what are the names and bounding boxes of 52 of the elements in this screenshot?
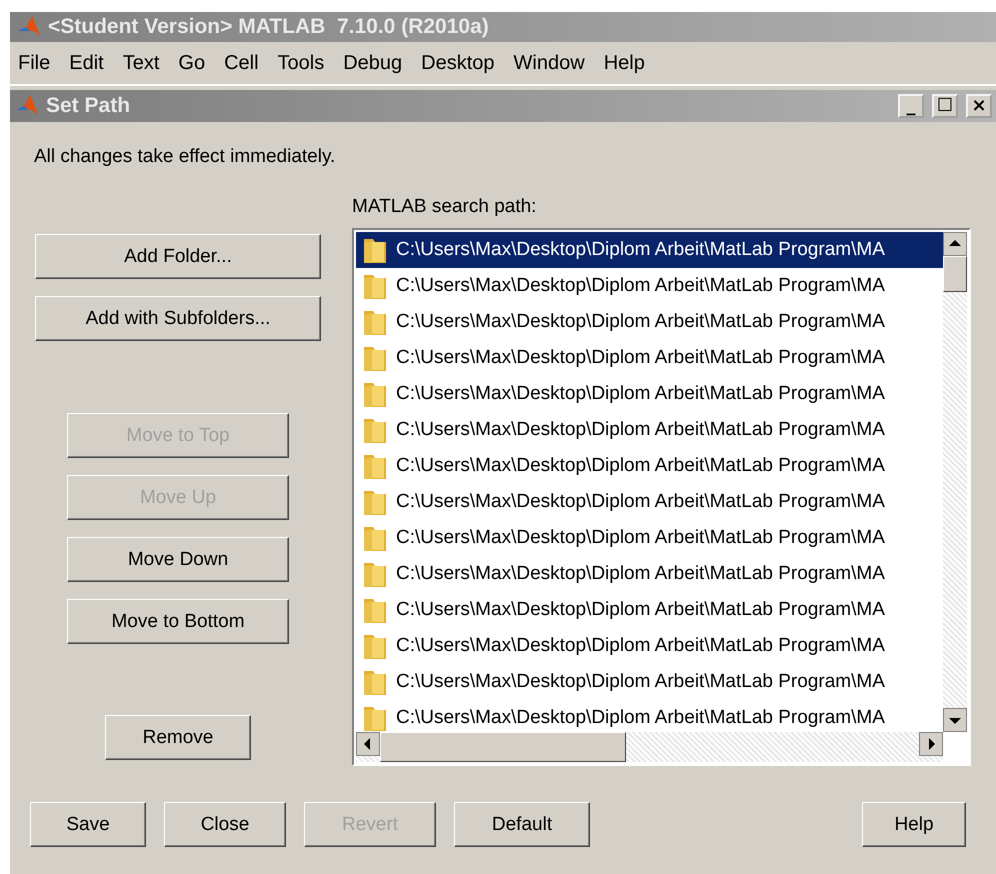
scroll-thumb[interactable]: [943, 256, 967, 292]
logo-icon: [16, 15, 42, 39]
scroll-right-icon[interactable]: [919, 732, 943, 756]
move-button[interactable]: Move Down: [67, 537, 289, 582]
add-subfolders-button[interactable]: Add with Subfolders...: [35, 296, 321, 341]
menu-item[interactable]: Cell: [216, 52, 270, 74]
close-button[interactable]: ×: [966, 94, 992, 118]
scroll-thumb[interactable]: [380, 732, 626, 762]
menu-item[interactable]: Edit: [61, 52, 115, 74]
window-title: <Student Version> MATLAB 7.10.0 (R2010a): [48, 15, 489, 39]
remove-button[interactable]: Remove: [105, 715, 251, 760]
move-button[interactable]: Move to Bottom: [67, 599, 289, 644]
path-text: C:\Users\Max\Desktop\Diplom Arbeit\MatLab Program\MA: [396, 491, 885, 513]
path-text: C:\Users\Max\Desktop\Diplom Arbeit\MatLab Program\MA: [396, 275, 885, 297]
menu-item[interactable]: Help: [596, 52, 656, 74]
path-text: C:\Users\Max\Desktop\Diplom Arbeit\MatLab Program\MA: [396, 671, 885, 693]
menu-item[interactable]: Desktop: [413, 52, 506, 74]
dialog-button[interactable]: Save: [30, 802, 146, 847]
menu-item[interactable]: Tools: [270, 52, 336, 74]
path-text: C:\Users\Max\Desktop\Diplom Arbeit\MatLab Program\MA: [396, 419, 885, 441]
path-text: C:\Users\Max\Desktop\Diplom Arbeit\MatLab Program\MA: [396, 635, 885, 657]
menu-item[interactable]: Debug: [335, 52, 414, 74]
scroll-left-icon[interactable]: [356, 732, 380, 756]
path-text: C:\Users\Max\Desktop\Diplom Arbeit\MatLab Program\MA: [396, 347, 885, 369]
scroll-up-icon[interactable]: [943, 232, 967, 256]
dialog-title: Set Path: [46, 94, 132, 118]
path-text: C:\Users\Max\Desktop\Diplom Arbeit\MatLab Program\MA: [396, 455, 885, 477]
path-list[interactable]: [352, 228, 971, 766]
horizontal-scrollbar[interactable]: [356, 732, 943, 762]
menu-item[interactable]: File: [10, 52, 62, 74]
path-text: C:\Users\Max\Desktop\Diplom Arbeit\MatLab Program\MA: [396, 383, 885, 405]
logo-icon: [14, 94, 40, 118]
path-text: C:\Users\Max\Desktop\Diplom Arbeit\MatLab Program\MA: [396, 527, 885, 549]
path-text: C:\Users\Max\Desktop\Diplom Arbeit\MatLab Program\MA: [396, 311, 885, 333]
menu-item[interactable]: Window: [506, 52, 596, 74]
path-text: C:\Users\Max\Desktop\Diplom Arbeit\MatLab Program\MA: [396, 599, 885, 621]
maximize-button[interactable]: ☐: [932, 94, 958, 118]
dialog-button[interactable]: Close: [164, 802, 286, 847]
info-text: All changes take effect immediately.: [34, 146, 336, 168]
scroll-down-icon[interactable]: [943, 708, 967, 732]
minimize-button[interactable]: _: [898, 94, 924, 118]
path-text: C:\Users\Max\Desktop\Diplom Arbeit\MatLab Program\MA: [396, 239, 885, 261]
add-folder-button[interactable]: Add Folder...: [35, 234, 321, 279]
vertical-scrollbar[interactable]: [943, 232, 967, 732]
path-text: C:\Users\Max\Desktop\Diplom Arbeit\MatLab Program\MA: [396, 707, 885, 729]
path-text: C:\Users\Max\Desktop\Diplom Arbeit\MatLab Program\MA: [396, 563, 885, 585]
menu-item[interactable]: Go: [170, 52, 216, 74]
menu-item[interactable]: Text: [114, 52, 170, 74]
dialog-button[interactable]: Default: [454, 802, 590, 847]
help-button[interactable]: Help: [862, 802, 966, 847]
path-label: MATLAB search path:: [352, 196, 538, 218]
path-row[interactable]: C:\Users\Max\Desktop\Diplom Arbeit\MatLab Program\MA: [356, 232, 943, 268]
